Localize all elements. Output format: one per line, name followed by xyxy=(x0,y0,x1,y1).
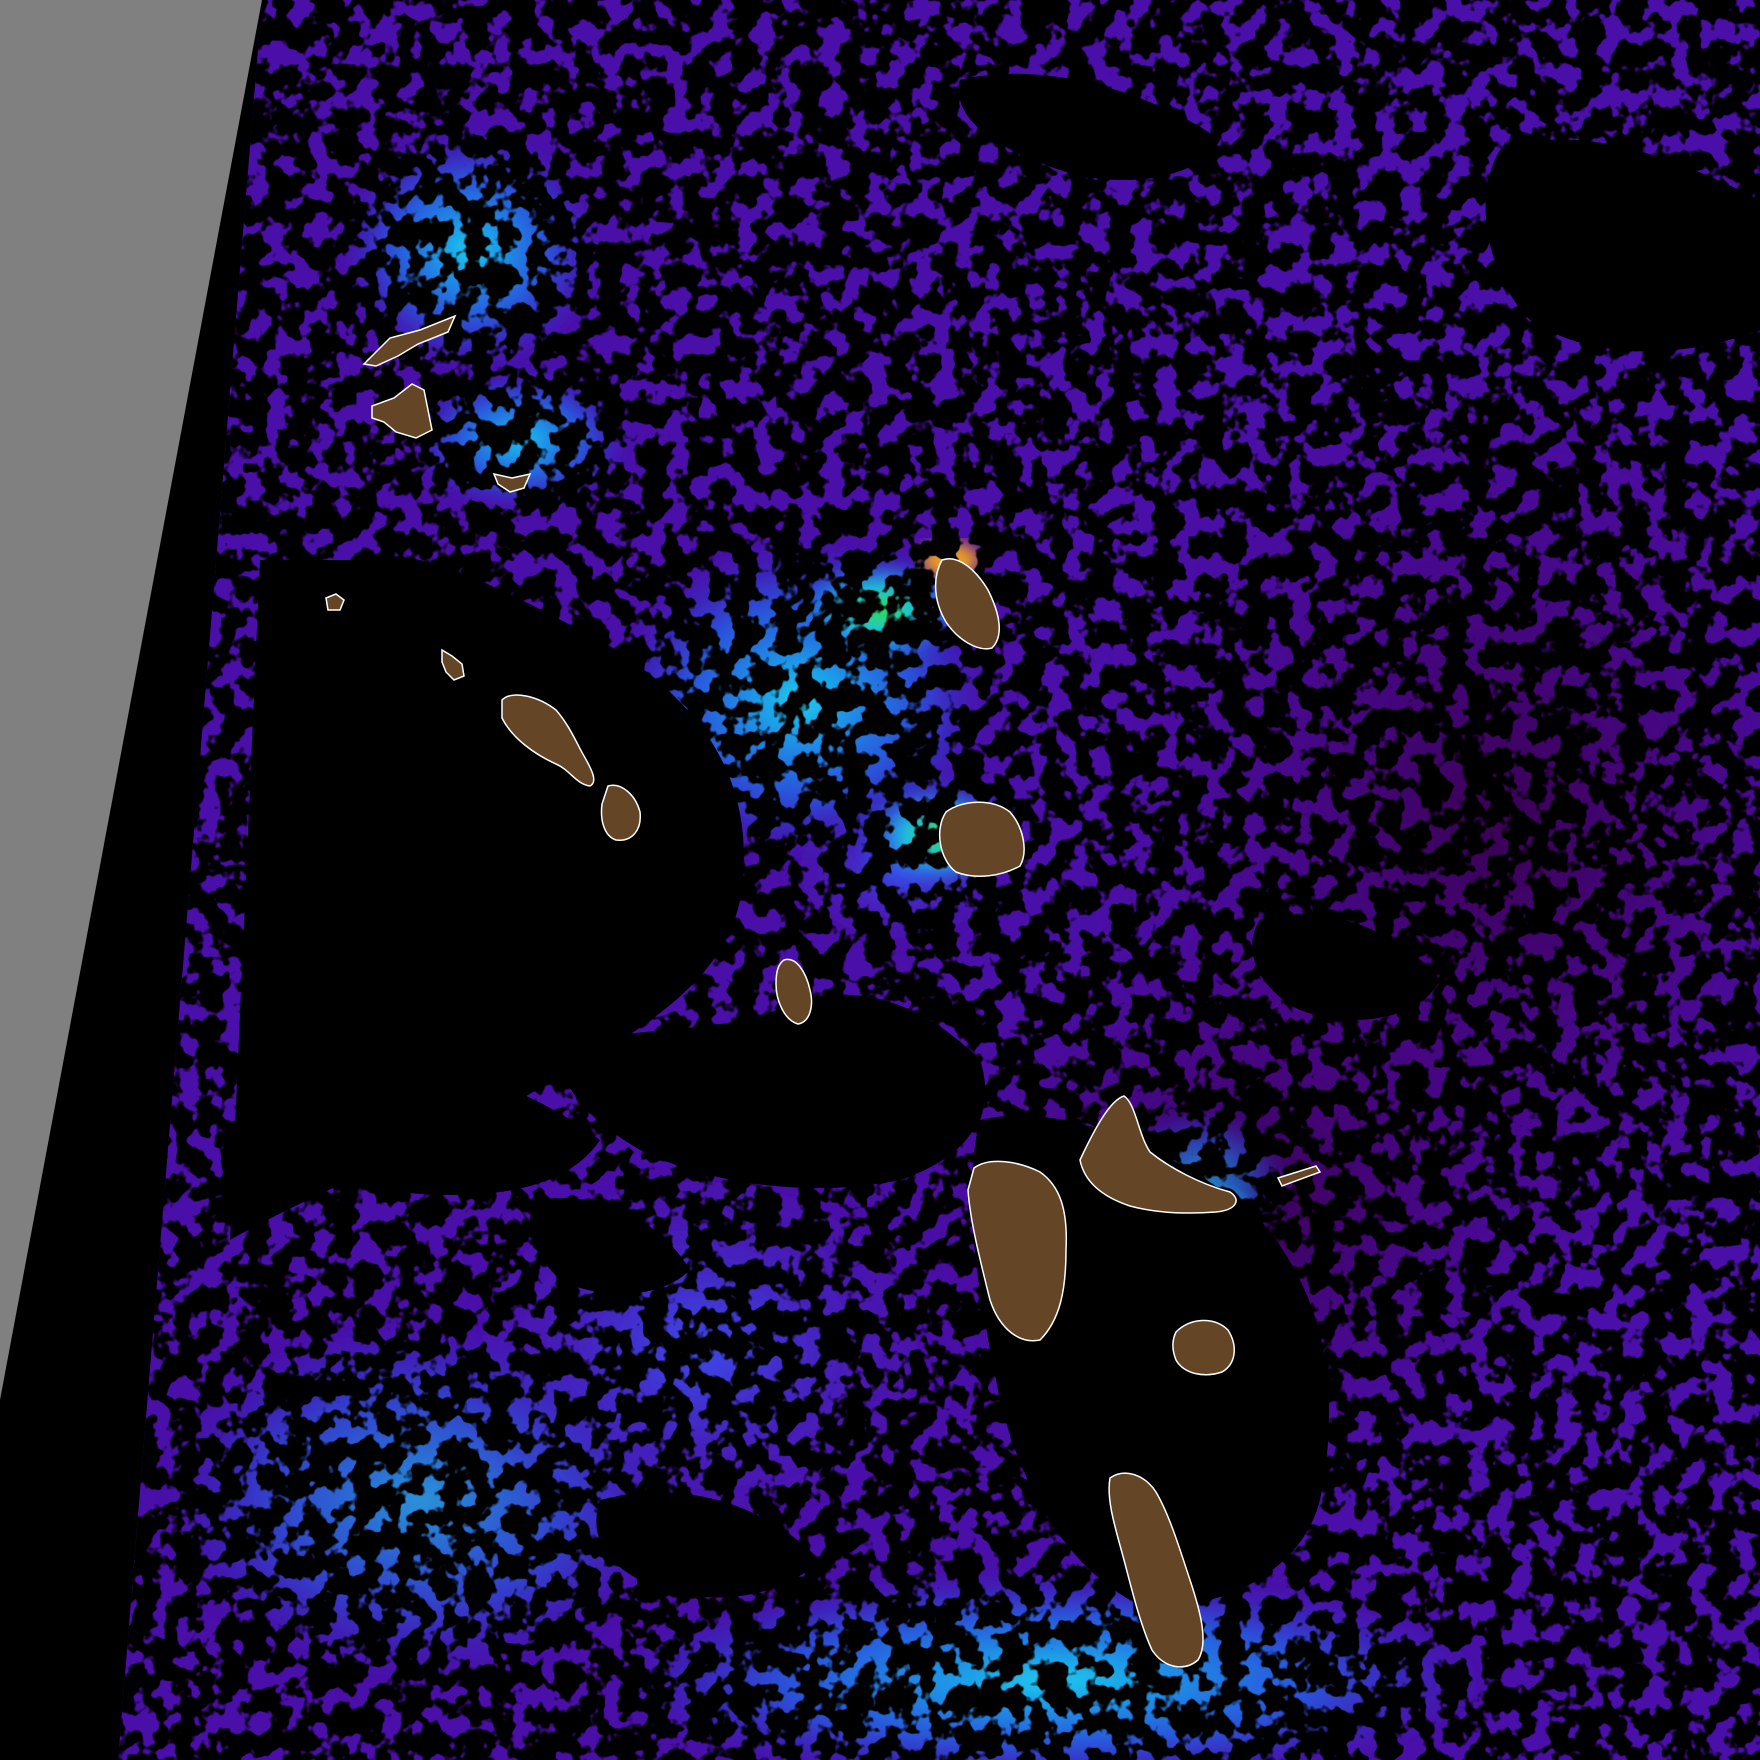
island-m xyxy=(1172,1319,1235,1376)
ocean-swath xyxy=(118,0,1760,1760)
island-i xyxy=(938,801,1025,877)
satellite-map xyxy=(0,0,1760,1760)
